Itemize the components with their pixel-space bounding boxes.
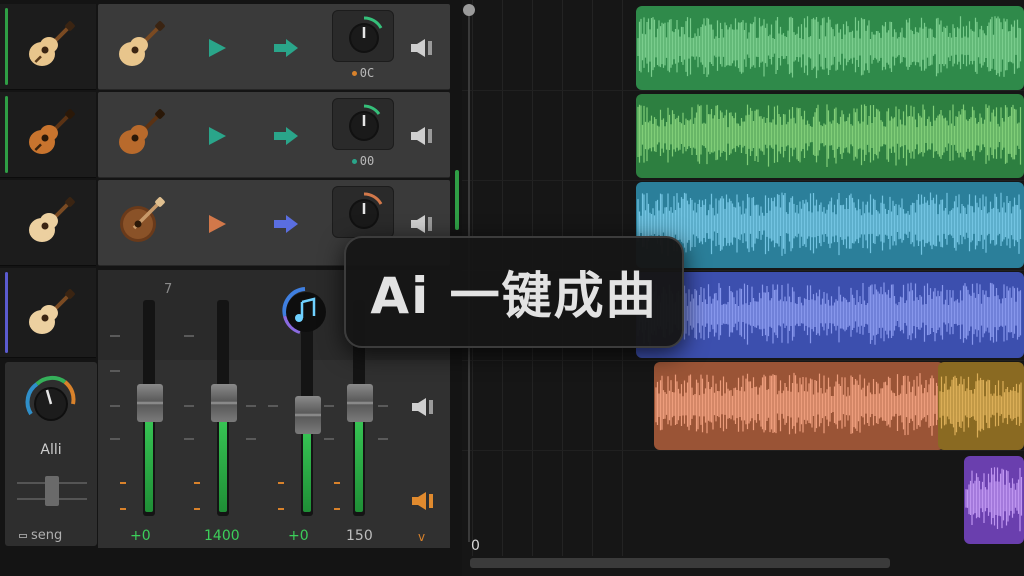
- speaker-icon[interactable]: [410, 398, 436, 416]
- audio-clip[interactable]: [654, 362, 944, 450]
- forward-arrow-icon[interactable]: [272, 126, 300, 146]
- horizontal-scrollbar[interactable]: [470, 558, 890, 568]
- knob-dial-icon: [349, 16, 383, 53]
- music-note-icon[interactable]: [280, 286, 330, 336]
- master-knob-label: Alli: [40, 442, 62, 458]
- knob-value: 0C: [332, 66, 394, 80]
- playhead-handle[interactable]: [463, 4, 475, 16]
- audio-clip[interactable]: [636, 94, 1024, 178]
- acoustic-guitar-icon: [29, 197, 75, 242]
- acoustic-guitar-icon: [29, 109, 75, 154]
- acoustic-guitar-icon: [29, 289, 75, 334]
- chevron-down-icon[interactable]: v: [418, 530, 425, 544]
- ai-compose-popup[interactable]: Ai 一键成曲: [344, 236, 684, 348]
- instrument-slot-2[interactable]: [0, 92, 96, 178]
- round-guitar-icon: [120, 197, 165, 242]
- channel-value-1: +0: [130, 528, 151, 544]
- fader-cap[interactable]: [137, 384, 163, 422]
- track-color-stripe: [5, 8, 8, 85]
- audio-clip[interactable]: [636, 272, 1024, 358]
- speaker-icon[interactable]: [409, 39, 435, 57]
- channel-value-4: 150: [346, 528, 373, 544]
- play-icon[interactable]: [206, 213, 228, 235]
- audio-clip[interactable]: [636, 6, 1024, 90]
- volume-knob[interactable]: [332, 98, 394, 150]
- audio-clip[interactable]: [636, 182, 1024, 268]
- master-panel: Alli seng: [5, 362, 97, 546]
- acoustic-guitar-icon: [119, 109, 165, 154]
- master-knob[interactable]: [23, 374, 79, 430]
- knob-dial-icon: [349, 104, 381, 141]
- acoustic-guitar-icon: [119, 21, 165, 66]
- track-divider: [455, 170, 459, 230]
- popup-title: Ai 一键成曲: [370, 267, 658, 325]
- forward-arrow-icon[interactable]: [272, 38, 300, 58]
- knob-dial-icon: [349, 192, 383, 229]
- track-color-stripe: [5, 272, 8, 353]
- track-color-stripe: [5, 96, 8, 173]
- volume-knob[interactable]: [332, 10, 394, 62]
- instrument-slot-3[interactable]: [0, 180, 96, 266]
- track-strip-1: 0C: [98, 4, 450, 90]
- forward-arrow-icon[interactable]: [272, 214, 300, 234]
- horizontal-slider-handle[interactable]: [45, 476, 59, 506]
- fader-cap[interactable]: [211, 384, 237, 422]
- instrument-slot-1[interactable]: [0, 4, 96, 90]
- volume-knob[interactable]: [332, 186, 394, 238]
- song-label: seng: [19, 528, 62, 543]
- timeline-start-label: 0: [471, 538, 480, 554]
- fader-cap[interactable]: [347, 384, 373, 422]
- speaker-icon-active[interactable]: [410, 492, 436, 510]
- play-icon[interactable]: [206, 37, 228, 59]
- instrument-slot-4[interactable]: [0, 268, 96, 358]
- play-icon[interactable]: [206, 125, 228, 147]
- audio-clip[interactable]: [964, 456, 1024, 544]
- channel-value-2: 1400: [204, 528, 240, 544]
- fader-cap[interactable]: [295, 396, 321, 434]
- channel-number: 7: [164, 282, 173, 297]
- channel-value-3: +0: [288, 528, 309, 544]
- speaker-icon[interactable]: [409, 127, 435, 145]
- knob-value: 00: [332, 154, 394, 168]
- speaker-icon[interactable]: [409, 215, 435, 233]
- acoustic-guitar-icon: [29, 21, 75, 66]
- audio-clip[interactable]: [938, 362, 1024, 450]
- track-strip-2: 00: [98, 92, 450, 178]
